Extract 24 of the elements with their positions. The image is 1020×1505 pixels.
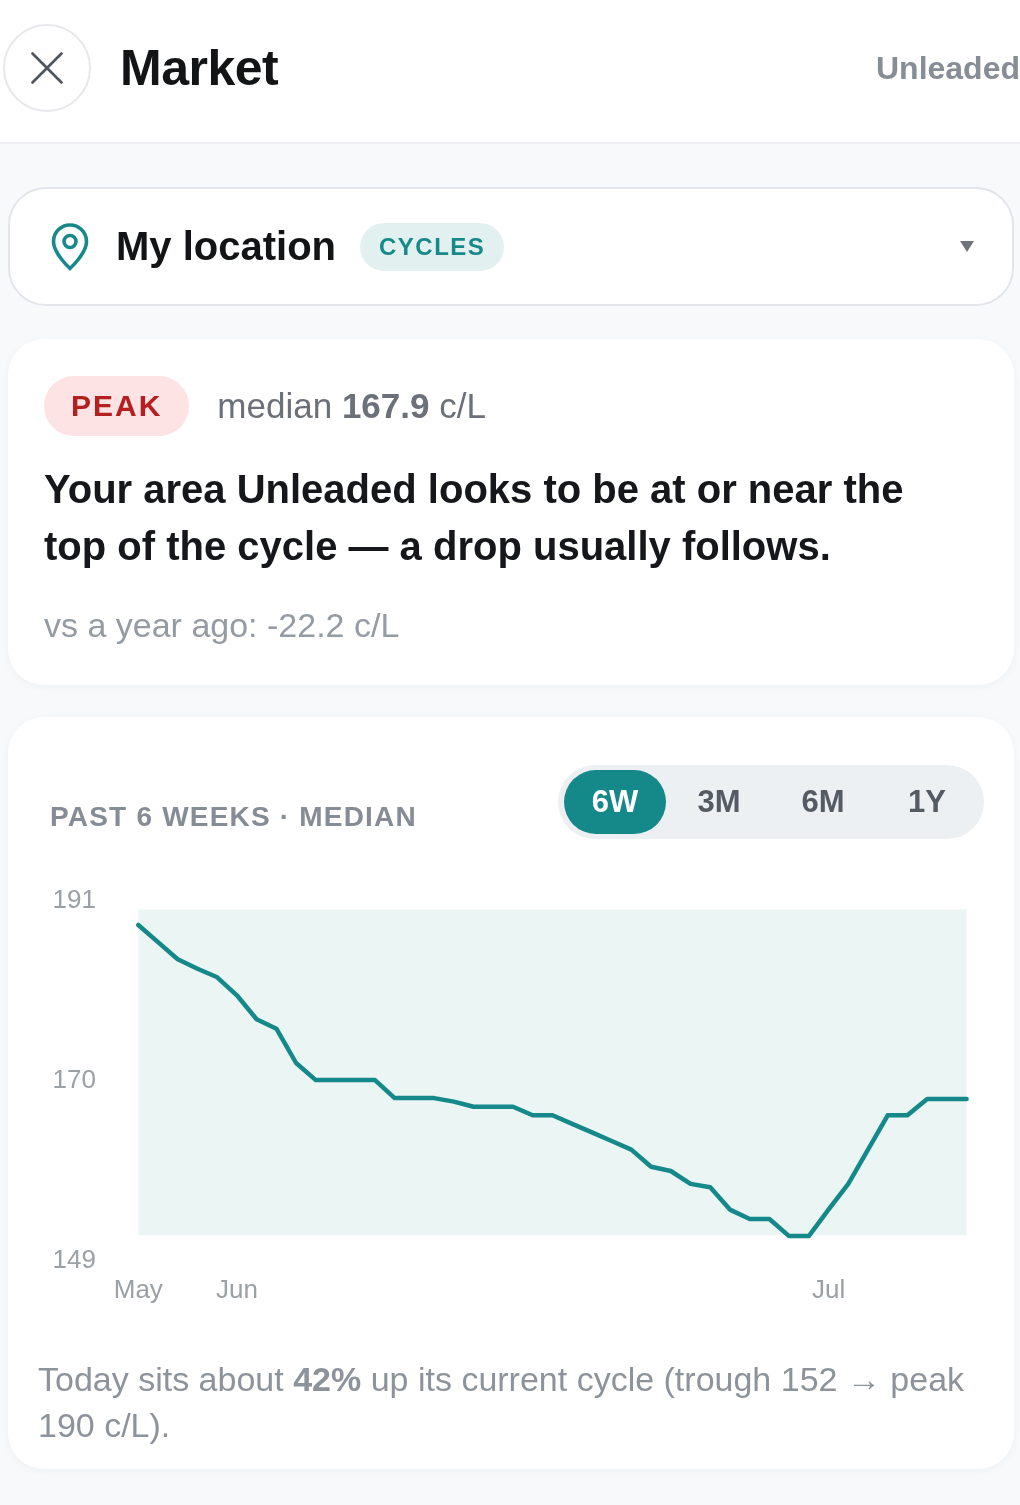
y-axis-label: 170: [52, 1063, 96, 1094]
range-tab[interactable]: 1Y: [876, 770, 978, 834]
y-axis-label: 191: [52, 883, 96, 914]
location-name: My location: [116, 224, 337, 269]
location-pin-icon: [50, 222, 90, 271]
caret-icon: [960, 241, 974, 252]
median-price: median 167.9 c/L: [217, 386, 486, 426]
range-tab[interactable]: 3M: [668, 770, 770, 834]
chart-title: PAST 6 WEEKS · MEDIAN: [50, 801, 417, 833]
cycle-note: Today sits about 42% up its current cycle (trough 152 → peak 190 c/L).: [37, 1359, 966, 1446]
page-title: Market: [120, 39, 279, 98]
close-icon: [31, 52, 63, 84]
range-tab[interactable]: 6W: [564, 770, 666, 834]
y-axis-label: 149: [52, 1243, 96, 1274]
x-axis-label: Jun: [215, 1273, 258, 1304]
x-axis-label: May: [113, 1273, 163, 1304]
status-message: Your area Unleaded looks to be at or near the top of the cycle — a drop usually follows.: [44, 466, 905, 570]
range-tab[interactable]: 6M: [772, 770, 874, 834]
location-selector[interactable]: My location CYCLES: [8, 187, 1014, 306]
x-axis-label: Jul: [811, 1273, 846, 1304]
fuel-type-label: Unleaded: [875, 49, 1020, 88]
phase-badge: PEAK: [44, 376, 190, 436]
cycles-badge: CYCLES: [360, 222, 505, 271]
year-comparison: vs a year ago: -22.2 c/L: [44, 605, 401, 645]
